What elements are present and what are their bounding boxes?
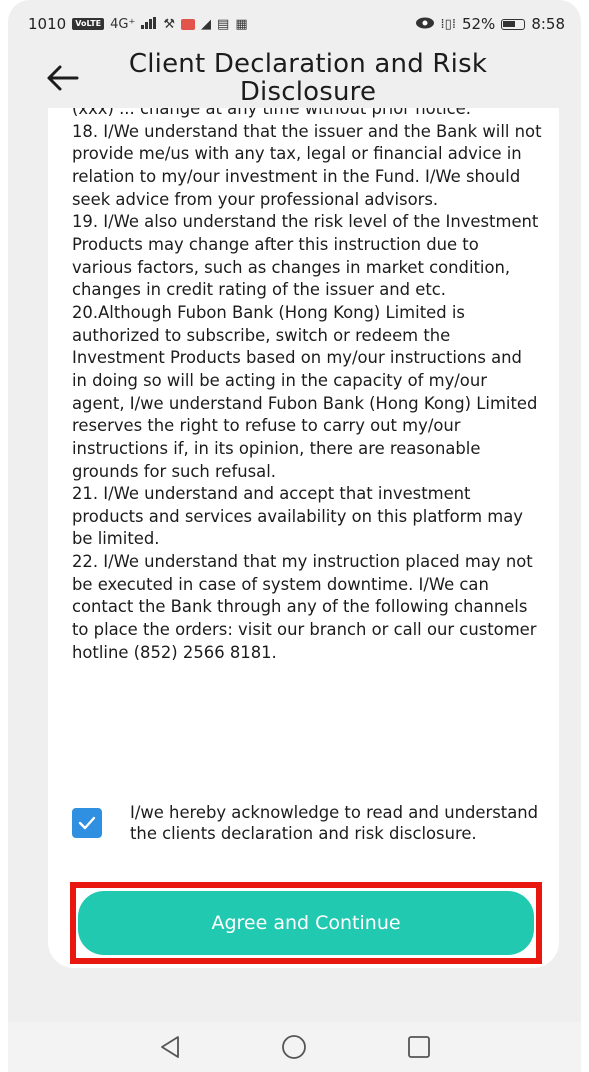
declaration-paragraph: (xxx) ... change at any time without pri… [72, 108, 471, 118]
circle-home-icon [282, 1035, 307, 1059]
nav-back-button[interactable] [150, 1027, 190, 1067]
declaration-card: (xxx) ... change at any time without pri… [48, 108, 559, 968]
square-recents-icon [407, 1036, 430, 1058]
nav-home-button[interactable] [274, 1027, 314, 1067]
declaration-paragraph: 22. I/We understand that my instruction … [72, 552, 537, 662]
declaration-paragraph: 19. I/We also understand the risk level … [72, 212, 539, 300]
network-label: 4G⁺ [110, 16, 136, 32]
declaration-scroll[interactable]: (xxx) ... change at any time without pri… [72, 108, 542, 780]
app-notification-icon [181, 18, 196, 30]
status-right: ⁞▯⁞ 52% 8:58 [415, 15, 565, 33]
back-button[interactable] [40, 56, 84, 100]
acknowledge-checkbox[interactable] [72, 808, 102, 838]
page-header: Client Declaration and Risk Disclosure [8, 44, 581, 110]
battery-percent: 52% [461, 15, 496, 33]
send-icon: ◢ [201, 16, 212, 32]
vibrate-icon: ⁞▯⁞ [440, 16, 456, 32]
notification-icon: ⚒ [163, 16, 176, 32]
acknowledge-label: I/we hereby acknowledge to read and unde… [130, 803, 539, 843]
triangle-back-icon [161, 1036, 180, 1058]
agree-and-continue-button[interactable]: Agree and Continue [78, 891, 534, 955]
qr-icon: ▦ [235, 16, 248, 32]
eye-icon [415, 15, 435, 33]
declaration-paragraph: 18. I/We understand that the issuer and … [72, 121, 542, 209]
message-icon: ▤ [217, 16, 230, 32]
status-bar: 1010 VoLTE 4G⁺ ⚒ ◢ ▤ ▦ ⁞▯⁞ 52% 8:58 [8, 10, 581, 38]
nav-recents-button[interactable] [399, 1027, 439, 1067]
acknowledge-consent: I/we hereby acknowledge to read and unde… [72, 802, 542, 872]
checkmark-icon [78, 816, 96, 830]
signal-icon [141, 15, 157, 33]
status-left-text: 1010 [28, 15, 67, 33]
volte-badge: VoLTE [72, 18, 105, 30]
declaration-paragraph: 21. I/We understand and accept that inve… [72, 484, 523, 549]
status-left: 1010 VoLTE 4G⁺ ⚒ ◢ ▤ ▦ [28, 15, 248, 33]
page-title: Client Declaration and Risk Disclosure [128, 49, 488, 107]
battery-icon [501, 18, 526, 30]
arrow-left-icon [47, 65, 79, 91]
phone-screen: 1010 VoLTE 4G⁺ ⚒ ◢ ▤ ▦ ⁞▯⁞ 52% 8:58 Clie… [8, 0, 581, 1072]
declaration-paragraph: 20.Although Fubon Bank (Hong Kong) Limit… [72, 302, 538, 481]
clock: 8:58 [531, 15, 565, 33]
system-nav-bar [8, 1022, 581, 1072]
